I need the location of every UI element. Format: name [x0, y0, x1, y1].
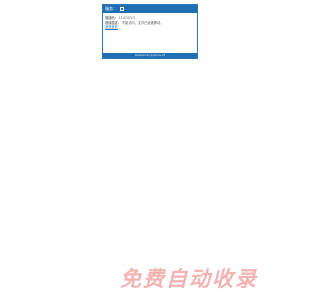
back-home-link[interactable]: 返回首页 [105, 25, 118, 29]
window-icon [120, 7, 124, 11]
page: 服务： 错误码： 114747(?) 错误描述： 不能访问，文件已经被移动。 返… [0, 0, 300, 300]
dialog-header: 服务： [103, 5, 197, 13]
powered-by-footer: Powered by JiujiCms V3 [103, 53, 197, 58]
watermark-text: 免费自动收录 [120, 267, 258, 291]
error-dialog: 服务： 错误码： 114747(?) 错误描述： 不能访问，文件已经被移动。 返… [102, 4, 198, 59]
error-description-value: 不能访问，文件已经被移动。 [121, 20, 164, 25]
dialog-body: 错误码： 114747(?) 错误描述： 不能访问，文件已经被移动。 返回首页 [103, 13, 197, 30]
dialog-title: 服务： [105, 6, 117, 11]
error-description-label: 错误描述： [105, 20, 121, 25]
error-code-label: 错误码： [105, 16, 118, 20]
back-link-row: 返回首页 [105, 25, 195, 30]
error-code-value: 114747(?) [118, 16, 136, 20]
